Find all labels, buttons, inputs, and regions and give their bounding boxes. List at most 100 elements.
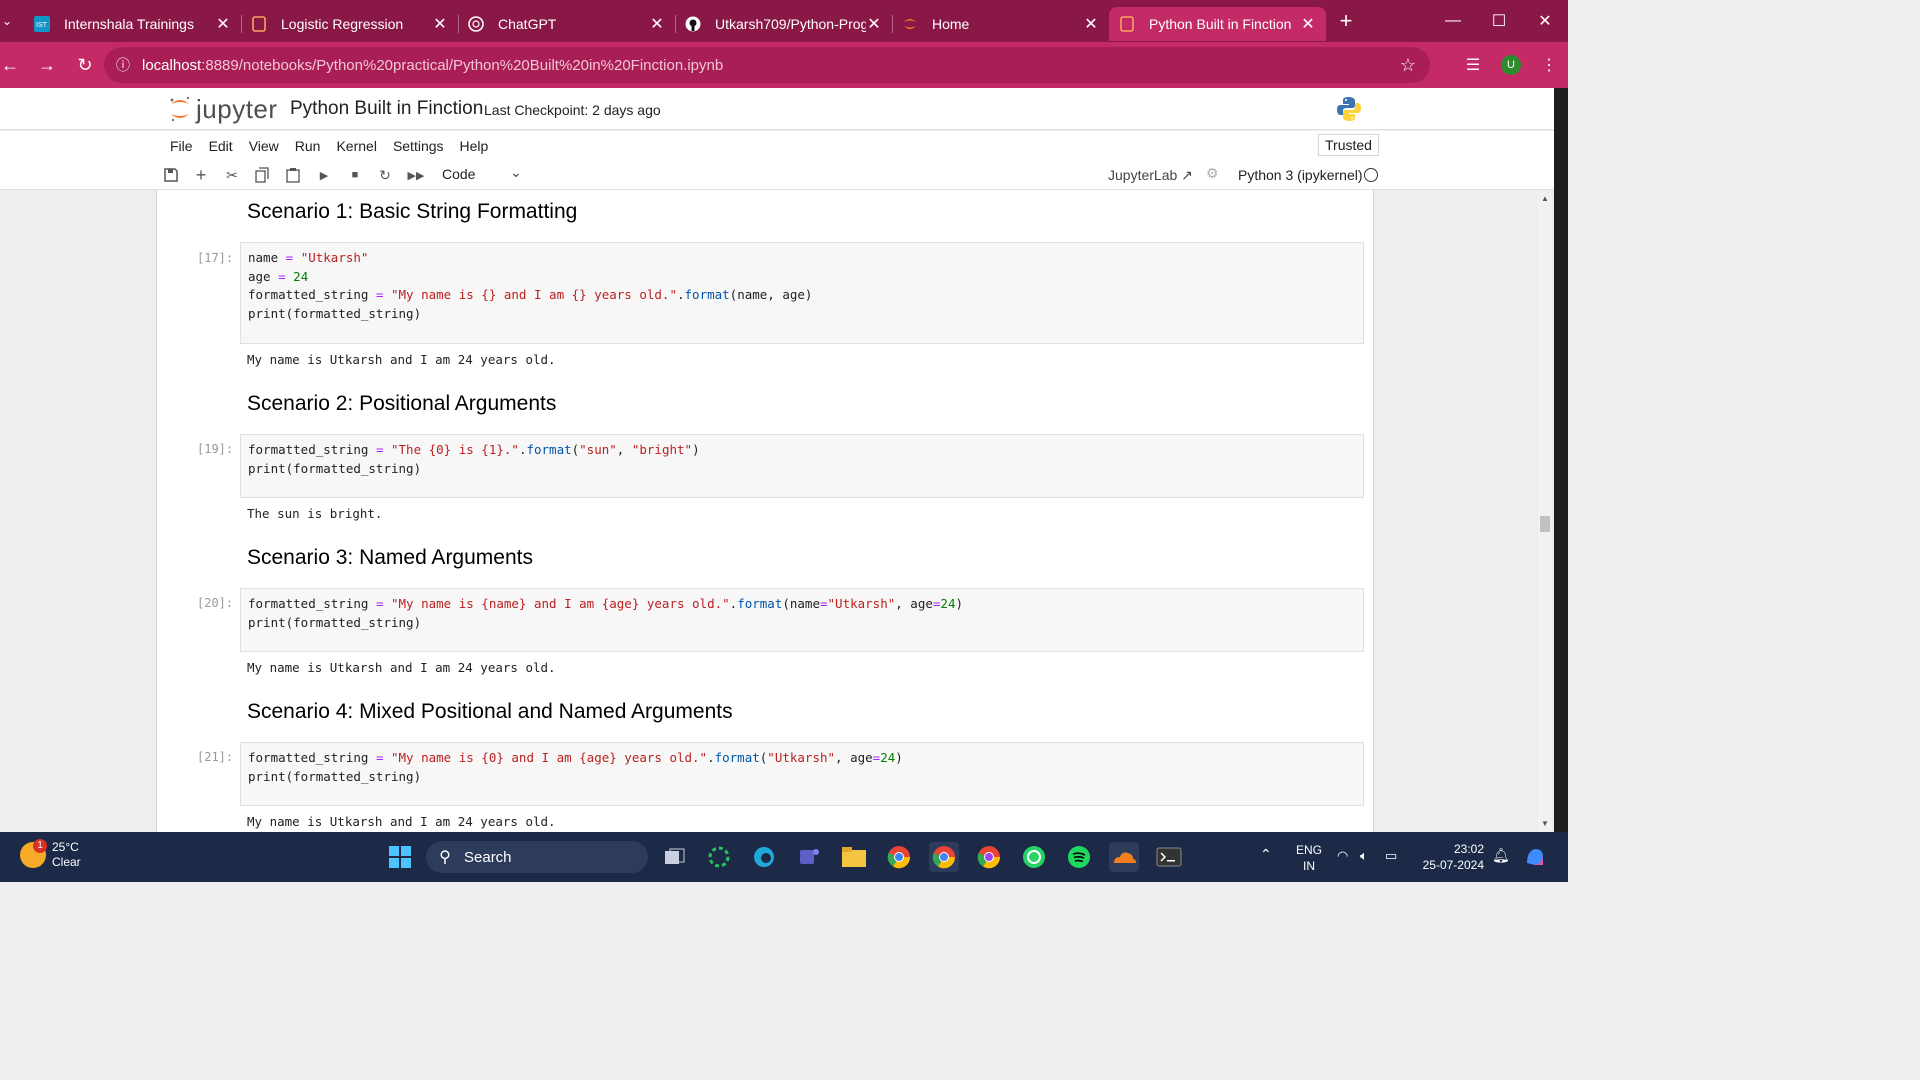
close-tab-icon[interactable]: ✕ xyxy=(215,14,231,34)
markdown-heading[interactable]: Scenario 3: Named Arguments xyxy=(247,546,533,570)
bookmark-star-icon[interactable]: ☆ xyxy=(1400,55,1416,76)
file-explorer-icon[interactable] xyxy=(839,842,869,872)
maximize-button[interactable]: ☐ xyxy=(1476,0,1522,42)
whatsapp-icon[interactable] xyxy=(1019,842,1049,872)
code-token: ) xyxy=(955,596,964,611)
close-tab-icon[interactable]: ✕ xyxy=(866,14,882,34)
menu-settings[interactable]: Settings xyxy=(385,138,452,154)
menu-edit[interactable]: Edit xyxy=(201,138,241,154)
code-token: , xyxy=(616,442,632,457)
volume-icon[interactable]: 🔈︎ xyxy=(1360,848,1368,864)
code-cell-editor[interactable]: name = "Utkarsh" age = 24 formatted_string… xyxy=(240,242,1364,344)
edge-icon[interactable] xyxy=(749,842,779,872)
scroll-down-icon[interactable]: ▼ xyxy=(1541,819,1549,828)
taskbar-search[interactable]: ⚲ Search xyxy=(426,841,648,873)
browser-tab[interactable]: Home ✕ xyxy=(892,7,1109,41)
chrome-icon[interactable] xyxy=(884,842,914,872)
language-indicator[interactable]: ENG IN xyxy=(1296,842,1322,874)
browser-tab[interactable]: IST Internshala Trainings ✕ xyxy=(24,7,241,41)
teams-icon[interactable] xyxy=(794,842,824,872)
minimize-button[interactable]: — xyxy=(1430,0,1476,42)
cut-icon[interactable]: ✂ xyxy=(222,165,242,185)
url-field[interactable]: ⓘ localhost:8889/notebooks/Python%20prac… xyxy=(104,47,1430,83)
code-token: ) xyxy=(692,442,700,457)
browser-actions: ☰ U ⋮ xyxy=(1454,42,1568,88)
menu-kernel[interactable]: Kernel xyxy=(328,138,384,154)
cell-prompt: [17]: xyxy=(197,251,234,265)
paste-icon[interactable] xyxy=(283,165,303,185)
vertical-scrollbar[interactable]: ▲ ▼ xyxy=(1538,190,1552,832)
trusted-indicator[interactable]: Trusted xyxy=(1318,134,1379,156)
open-jupyterlab-link[interactable]: JupyterLab ↗ xyxy=(1108,167,1193,184)
media-queue-icon[interactable]: ☰ xyxy=(1454,55,1492,75)
close-tab-icon[interactable]: ✕ xyxy=(1083,14,1099,34)
task-view-icon[interactable] xyxy=(660,842,690,872)
new-tab-button[interactable]: + xyxy=(1332,8,1360,34)
browser-tab-bar: ⌄ IST Internshala Trainings ✕ Logistic Regr… xyxy=(0,0,1568,42)
notification-bell-icon[interactable]: 🔔︎ xyxy=(1492,847,1510,864)
forward-arrow-icon[interactable]: → xyxy=(28,42,66,88)
scrollbar-thumb[interactable] xyxy=(1540,516,1550,532)
copy-icon[interactable] xyxy=(252,165,272,185)
chevron-down-icon[interactable]: ⌄ xyxy=(510,164,522,181)
code-cell-editor[interactable]: formatted_string = "The {0} is {1}.".for… xyxy=(240,434,1364,498)
close-tab-icon[interactable]: ✕ xyxy=(1300,14,1316,34)
notebook-title[interactable]: Python Built in Finction xyxy=(290,98,483,120)
menu-help[interactable]: Help xyxy=(452,138,497,154)
save-icon[interactable] xyxy=(161,165,181,185)
markdown-heading[interactable]: Scenario 1: Basic String Formatting xyxy=(247,200,577,224)
code-cell-editor[interactable]: formatted_string = "My name is {name} an… xyxy=(240,588,1364,652)
profile-avatar[interactable]: U xyxy=(1501,55,1521,75)
scroll-up-icon[interactable]: ▲ xyxy=(1541,194,1549,203)
browser-tab[interactable]: Logistic Regression ✕ xyxy=(241,7,458,41)
browser-tab[interactable]: Utkarsh709/Python-Progra ✕ xyxy=(675,7,892,41)
close-tab-icon[interactable]: ✕ xyxy=(432,14,448,34)
url-host: localhost xyxy=(142,56,202,74)
menu-file[interactable]: File xyxy=(162,138,201,154)
spotify-icon[interactable] xyxy=(1064,842,1094,872)
window-controls: — ☐ ✕ xyxy=(1430,0,1568,42)
menu-view[interactable]: View xyxy=(241,138,287,154)
cloudflare-icon[interactable] xyxy=(1109,842,1139,872)
tab-search-chevron-icon[interactable]: ⌄ xyxy=(0,14,14,28)
kernel-name[interactable]: Python 3 (ipykernel) xyxy=(1238,167,1363,183)
stop-icon[interactable]: ■ xyxy=(345,165,365,185)
close-tab-icon[interactable]: ✕ xyxy=(649,14,665,34)
system-clock[interactable]: 23:02 25-07-2024 xyxy=(1418,841,1484,873)
code-token: format xyxy=(526,442,572,457)
back-arrow-icon[interactable]: ← xyxy=(0,42,20,88)
markdown-heading[interactable]: Scenario 2: Positional Arguments xyxy=(247,392,556,416)
site-info-icon[interactable]: ⓘ xyxy=(104,55,142,75)
code-line: age = 24 xyxy=(248,268,1356,287)
chrome-profile-icon[interactable] xyxy=(929,842,959,872)
chrome-alt-profile-icon[interactable] xyxy=(974,842,1004,872)
restart-kernel-icon[interactable]: ↻ xyxy=(375,165,395,185)
notification-badge: 1 xyxy=(33,839,47,853)
wifi-icon[interactable]: ◠ xyxy=(1337,848,1348,864)
tray-chevron-up-icon[interactable]: ⌃ xyxy=(1260,846,1272,863)
code-line: print(formatted_string) xyxy=(248,614,1356,633)
reload-icon[interactable]: ↻ xyxy=(66,42,104,88)
search-icon: ⚲ xyxy=(439,849,451,866)
terminal-icon[interactable] xyxy=(1154,842,1184,872)
notebook-page: Scenario 1: Basic String Formatting [17]:… xyxy=(156,190,1374,832)
code-cell-editor[interactable]: formatted_string = "My name is {0} and I… xyxy=(240,742,1364,806)
weather-widget[interactable]: 1 25°C Clear xyxy=(20,839,81,870)
browser-tab[interactable]: ChatGPT ✕ xyxy=(458,7,675,41)
insert-cell-icon[interactable]: + xyxy=(191,165,211,185)
cell-type-select[interactable]: Code xyxy=(442,166,475,182)
restart-run-all-icon[interactable]: ▶▶ xyxy=(406,165,426,185)
browser-tab[interactable]: Python Built in Finction ✕ xyxy=(1109,7,1326,41)
battery-icon[interactable]: ▭ xyxy=(1385,848,1397,864)
markdown-heading[interactable]: Scenario 4: Mixed Positional and Named A… xyxy=(247,700,733,724)
copilot-icon[interactable] xyxy=(1520,842,1550,872)
app-loader-icon[interactable] xyxy=(704,842,734,872)
code-token: , age xyxy=(835,750,873,765)
jupyter-logo[interactable]: jupyter xyxy=(168,94,278,124)
close-window-button[interactable]: ✕ xyxy=(1522,0,1568,42)
browser-menu-icon[interactable]: ⋮ xyxy=(1530,55,1568,75)
start-icon[interactable] xyxy=(385,842,415,872)
menu-run[interactable]: Run xyxy=(287,138,329,154)
run-icon[interactable]: ▶ xyxy=(314,165,334,185)
